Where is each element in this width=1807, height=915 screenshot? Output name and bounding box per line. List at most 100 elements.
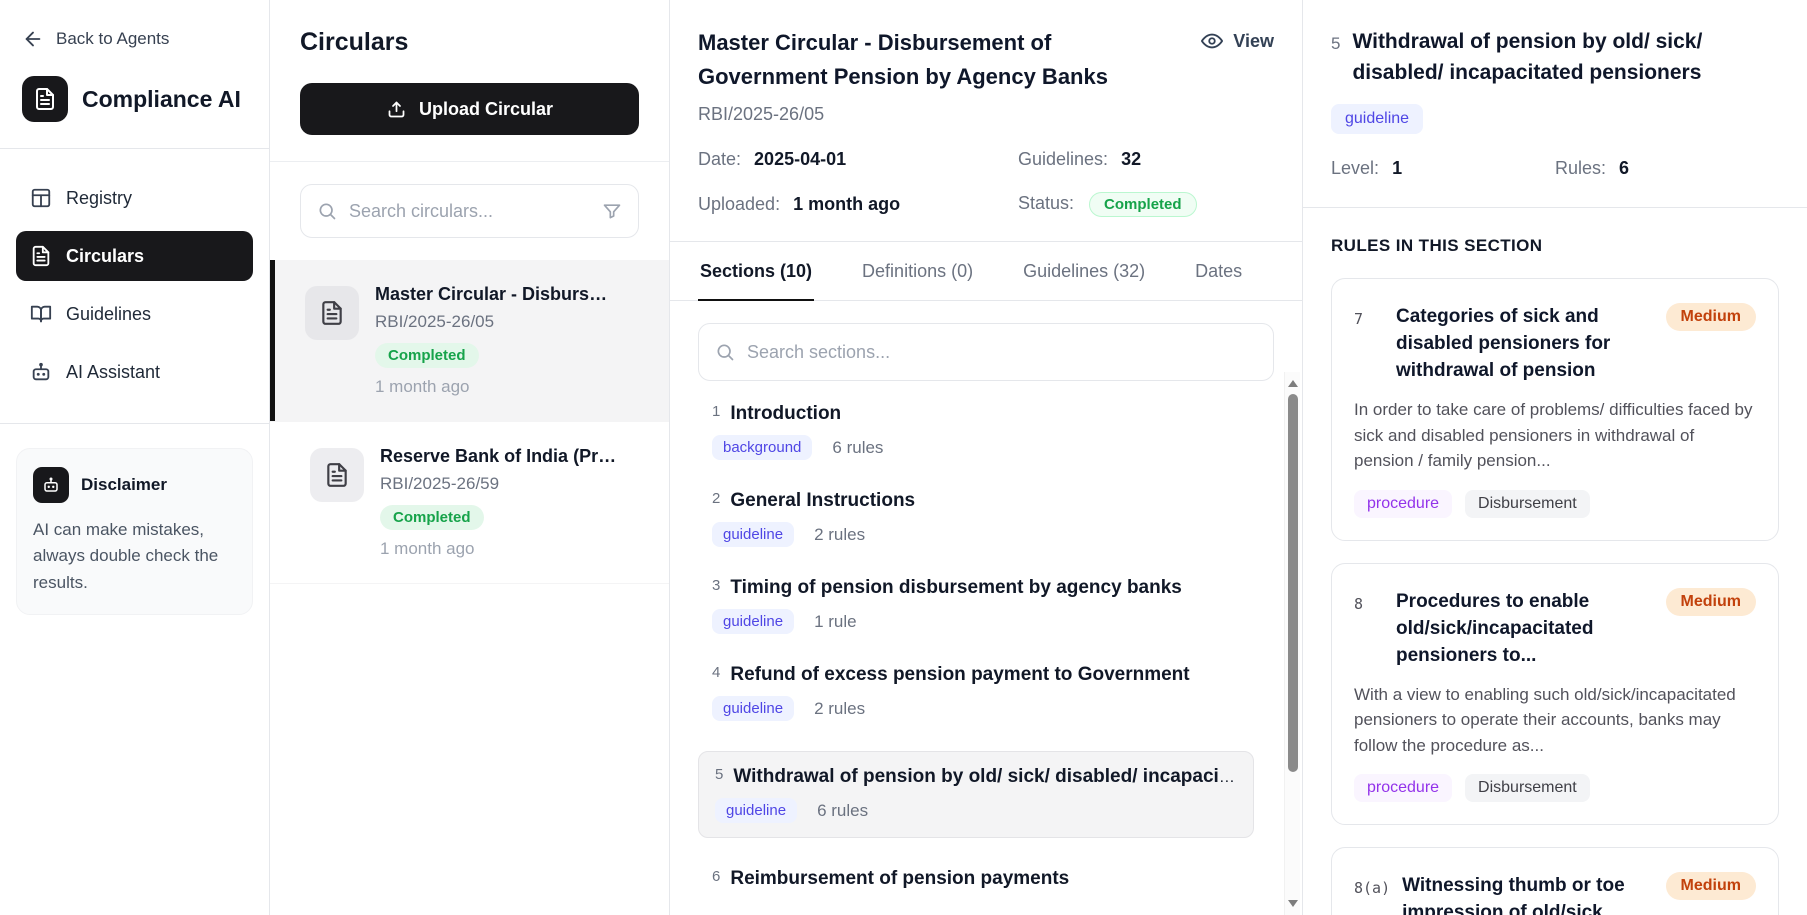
rule-title: Procedures to enable old/sick/incapacita…: [1384, 588, 1666, 669]
section-tag-badge: guideline: [712, 609, 794, 634]
section-tag-badge: guideline: [715, 798, 797, 823]
section-number: 5: [715, 766, 723, 783]
file-text-icon: [310, 448, 364, 502]
tab-sections[interactable]: Sections (10): [698, 242, 814, 301]
table-icon: [30, 187, 52, 209]
rule-tag-badge: Disbursement: [1465, 490, 1590, 518]
rule-description: With a view to enabling such old/sick/in…: [1354, 682, 1756, 759]
back-to-agents-link[interactable]: Back to Agents: [22, 28, 247, 50]
circular-list-item[interactable]: Master Circular - Disburseme... RBI/2025…: [270, 260, 669, 422]
level-value: 1: [1392, 158, 1402, 178]
scrollbar-thumb[interactable]: [1288, 394, 1298, 772]
section-list-item[interactable]: 6 Reimbursement of pension payments: [698, 868, 1256, 890]
guidelines-label: Guidelines:: [1018, 149, 1108, 169]
severity-badge: Medium: [1666, 588, 1756, 616]
section-list-item[interactable]: 4Refund of excess pension payment to Gov…: [698, 664, 1256, 721]
tab-dates[interactable]: Dates: [1193, 242, 1244, 301]
section-rules-count: 2 rules: [814, 699, 865, 719]
rules-value: 6: [1619, 158, 1629, 178]
bot-icon: [30, 361, 52, 383]
section-number: 6: [712, 868, 720, 885]
rule-description: In order to take care of problems/ diffi…: [1354, 397, 1756, 474]
filter-icon[interactable]: [602, 201, 622, 221]
search-icon: [317, 201, 337, 221]
tab-definitions[interactable]: Definitions (0): [860, 242, 975, 301]
section-list-item-selected[interactable]: 5Withdrawal of pension by old/ sick/ dis…: [698, 751, 1254, 838]
section-tag-badge: background: [712, 435, 812, 460]
rule-card[interactable]: 8(a) Witnessing thumb or toe impression …: [1331, 847, 1779, 915]
section-tag-badge: guideline: [712, 696, 794, 721]
section-tag-badge: guideline: [1331, 104, 1423, 134]
view-button[interactable]: View: [1201, 30, 1274, 52]
severity-badge: Medium: [1666, 303, 1756, 331]
section-list-item[interactable]: 3 Timing of pension disbursement by agenc…: [698, 577, 1256, 634]
rule-tag-badge: procedure: [1354, 490, 1452, 518]
document-reference: RBI/2025-26/05: [698, 104, 1274, 125]
search-icon: [715, 342, 735, 362]
book-open-icon: [30, 303, 52, 325]
rules-label: Rules:: [1555, 158, 1606, 178]
sections-search-input[interactable]: [747, 342, 1257, 363]
sidebar-item-guidelines[interactable]: Guidelines: [16, 289, 253, 339]
circulars-search-input[interactable]: [349, 201, 590, 222]
back-to-agents-label: Back to Agents: [56, 29, 169, 49]
section-list-item[interactable]: 1Introduction background 6 rules: [698, 403, 1256, 460]
file-text-icon: [30, 245, 52, 267]
rule-card[interactable]: 8 Procedures to enable old/sick/incapaci…: [1331, 563, 1779, 826]
scroll-down-arrow-icon[interactable]: [1288, 900, 1298, 907]
sections-scrollbar[interactable]: [1284, 372, 1300, 915]
divider: [0, 148, 269, 149]
section-list-item[interactable]: 2General Instructions guideline 2 rules: [698, 490, 1256, 547]
sidebar-item-registry[interactable]: Registry: [16, 173, 253, 223]
date-label: Date:: [698, 149, 741, 169]
disclaimer-title: Disclaimer: [81, 475, 167, 495]
brand: Compliance AI: [22, 76, 247, 122]
document-meta: Date: 2025-04-01 Guidelines: 32 Uploaded…: [698, 149, 1274, 217]
section-number: 2: [712, 490, 720, 507]
document-panel: Master Circular - Disbursement of Govern…: [670, 0, 1303, 915]
rules-section-heading: RULES IN THIS SECTION: [1331, 236, 1779, 256]
sidebar-item-ai-assistant[interactable]: AI Assistant: [16, 347, 253, 397]
document-title: Master Circular - Disbursement of Govern…: [698, 26, 1168, 94]
uploaded-label: Uploaded:: [698, 194, 780, 214]
circular-list-item[interactable]: Reserve Bank of India (Project ... RBI/2…: [270, 422, 669, 584]
circulars-search: [300, 184, 639, 238]
rule-tag-badge: Disbursement: [1465, 774, 1590, 802]
tab-guidelines[interactable]: Guidelines (32): [1021, 242, 1147, 301]
file-text-icon: [305, 286, 359, 340]
sections-search: [698, 323, 1274, 381]
arrow-left-icon: [22, 28, 44, 50]
guidelines-count: 32: [1121, 149, 1141, 169]
status-badge: Completed: [380, 505, 484, 530]
sidebar-item-label: Registry: [66, 188, 132, 209]
sections-list: 1Introduction background 6 rules 2Genera…: [670, 403, 1302, 915]
section-title: Reimbursement of pension payments: [730, 868, 1069, 889]
uploaded-value: 1 month ago: [793, 194, 900, 214]
circular-reference: RBI/2025-26/59: [380, 474, 620, 494]
divider: [0, 423, 269, 424]
sidebar-item-label: AI Assistant: [66, 362, 160, 383]
circular-uploaded-time: 1 month ago: [375, 377, 615, 397]
scroll-up-arrow-icon[interactable]: [1288, 380, 1298, 387]
document-tabs: Sections (10) Definitions (0) Guidelines…: [670, 242, 1302, 301]
circulars-panel: Circulars Upload Circular Master Circula…: [270, 0, 670, 915]
rule-number: 8(a): [1354, 879, 1390, 897]
status-label: Status:: [1018, 193, 1074, 213]
section-title: Timing of pension disbursement by agency…: [730, 577, 1182, 598]
sidebar-item-label: Guidelines: [66, 304, 151, 325]
section-title: Introduction: [730, 403, 841, 424]
circular-reference: RBI/2025-26/05: [375, 312, 615, 332]
rule-card[interactable]: 7 Categories of sick and disabled pensio…: [1331, 278, 1779, 541]
section-number: 4: [712, 664, 720, 681]
divider: [1303, 207, 1807, 208]
brand-name: Compliance AI: [82, 86, 241, 113]
rule-tag-badge: procedure: [1354, 774, 1452, 802]
section-rules-count: 2 rules: [814, 525, 865, 545]
date-value: 2025-04-01: [754, 149, 846, 169]
upload-circular-button[interactable]: Upload Circular: [300, 83, 639, 135]
circular-uploaded-time: 1 month ago: [380, 539, 620, 559]
section-number: 3: [712, 577, 720, 594]
sidebar-item-circulars[interactable]: Circulars: [16, 231, 253, 281]
status-badge: Completed: [375, 343, 479, 368]
level-label: Level:: [1331, 158, 1379, 178]
